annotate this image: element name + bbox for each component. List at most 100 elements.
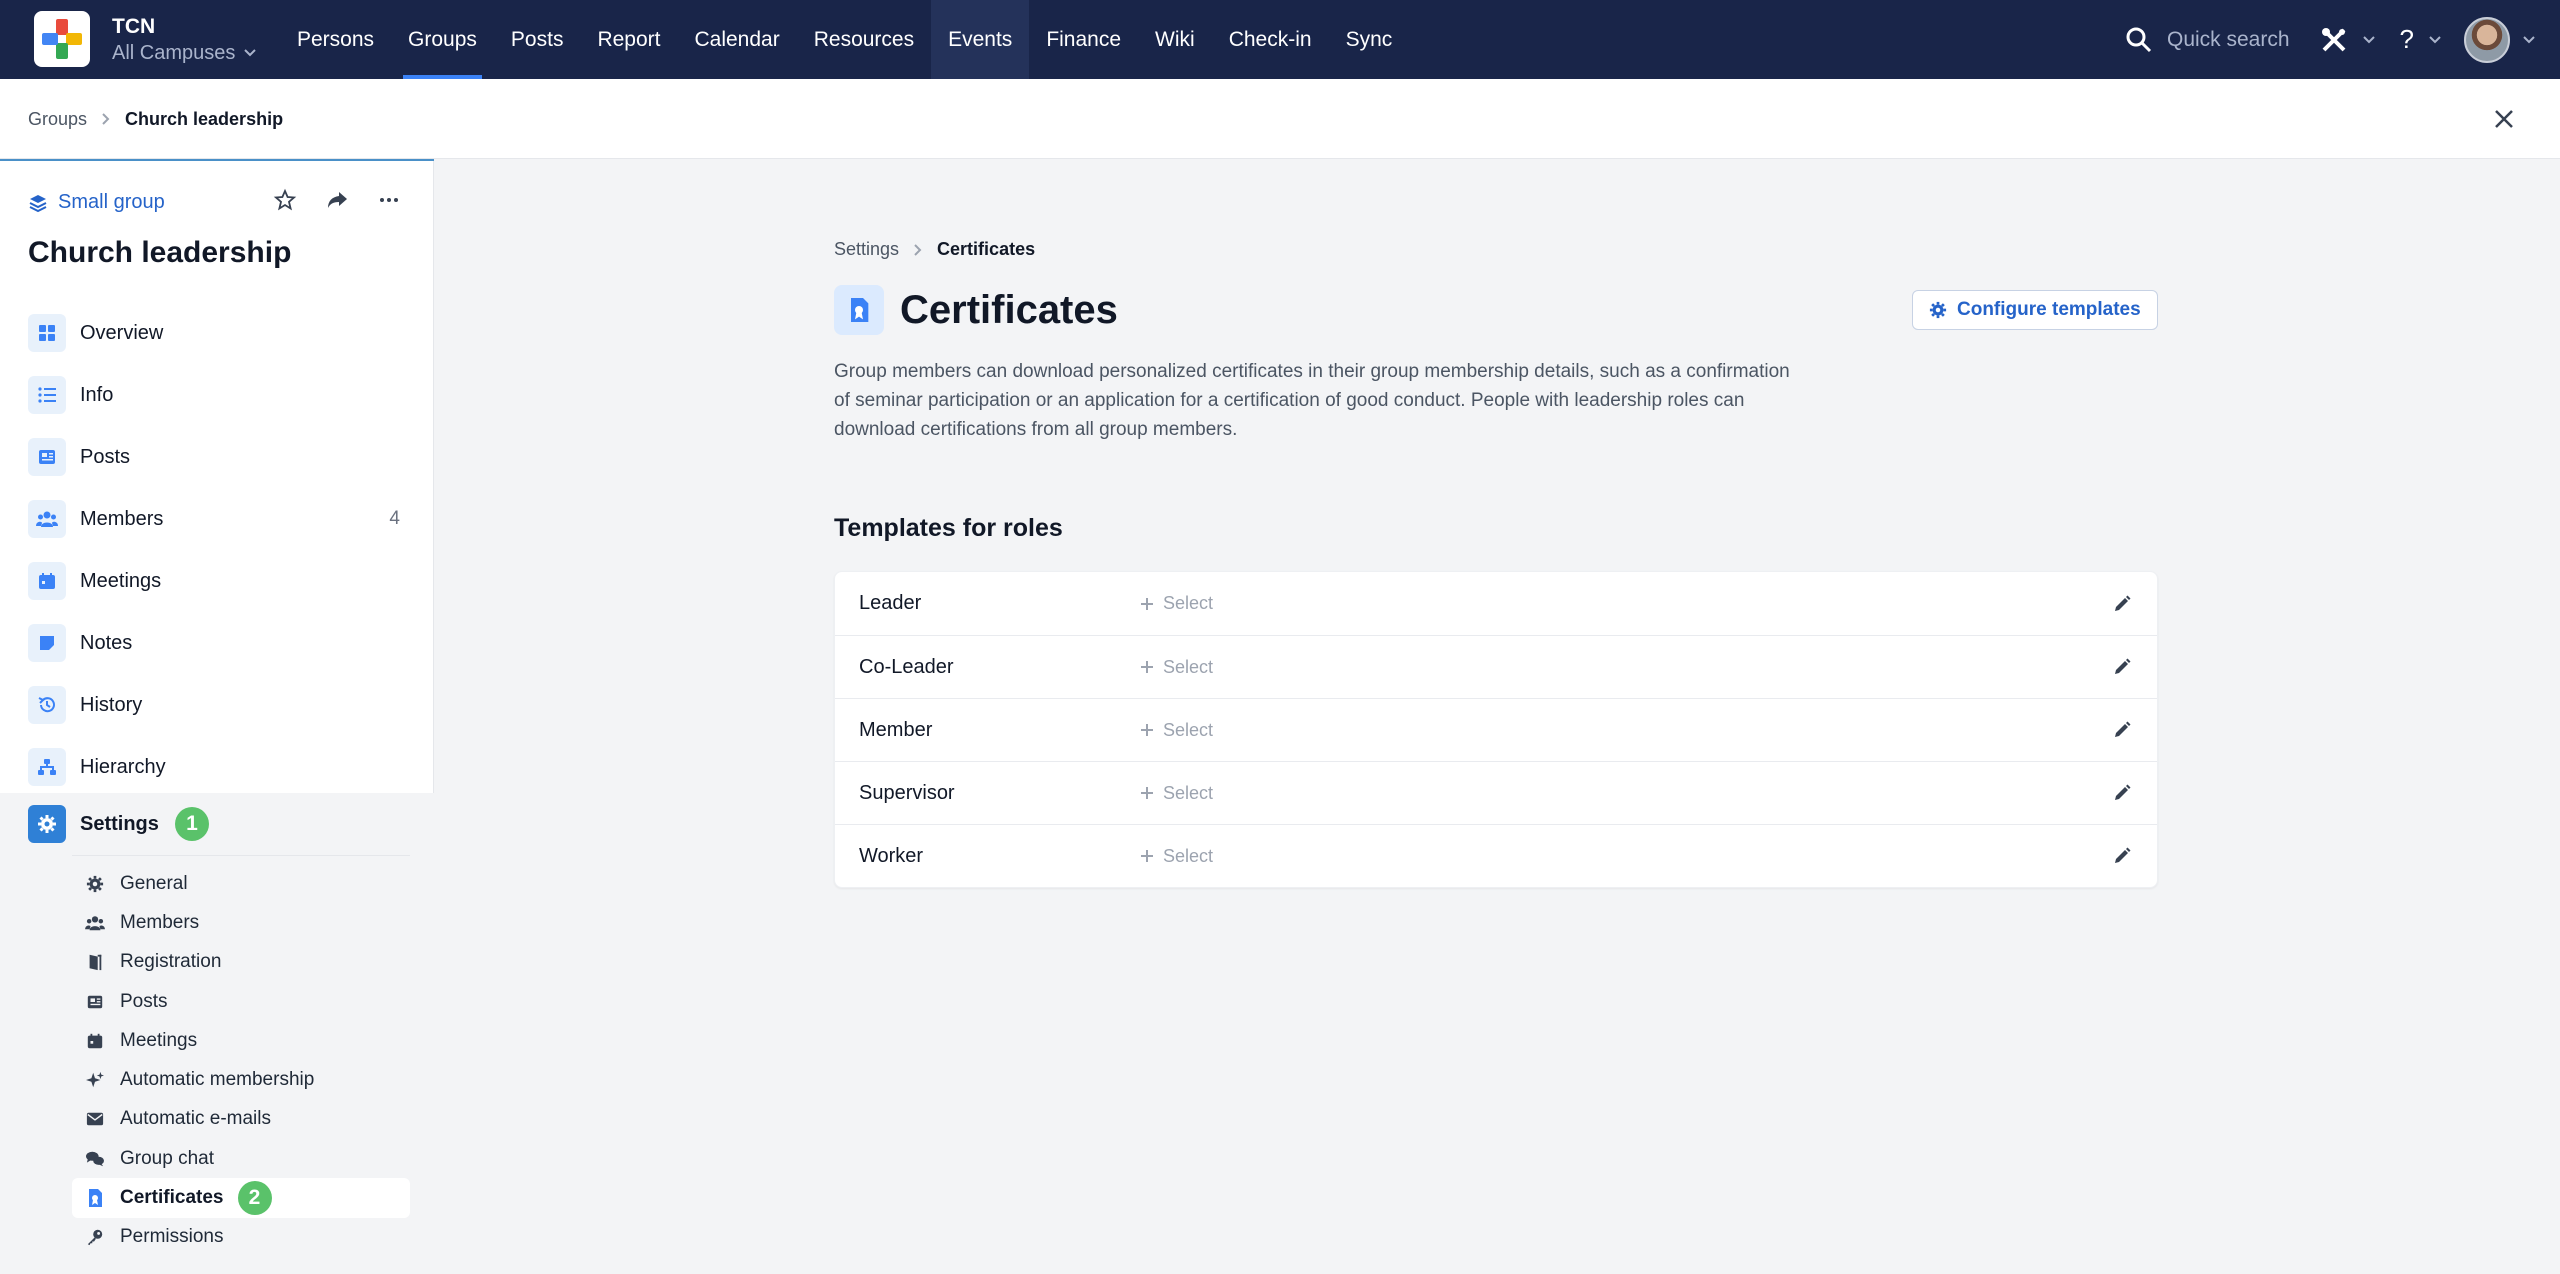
select-template-button[interactable]: Select — [1139, 720, 1213, 741]
settings-item-label: General — [120, 872, 188, 894]
sidebar-item-label: History — [80, 693, 143, 716]
grid-icon — [28, 314, 66, 352]
sidebar-item-label: Hierarchy — [80, 755, 166, 778]
pencil-icon — [2115, 721, 2131, 737]
app-logo[interactable] — [34, 11, 90, 67]
pencil-icon — [2115, 847, 2131, 863]
edit-button[interactable] — [2109, 717, 2135, 743]
settings-item-label: Members — [120, 911, 200, 933]
select-template-button[interactable]: Select — [1139, 657, 1213, 678]
list-icon — [28, 376, 66, 414]
settings-item-permissions[interactable]: Permissions — [0, 1218, 434, 1257]
table-row: Co-Leader Select — [835, 635, 2157, 698]
sidebar-item-settings[interactable]: Settings 1 — [0, 793, 434, 855]
top-navigation: TCN All Campuses Persons Groups Posts Re… — [0, 0, 2560, 79]
nav-wiki[interactable]: Wiki — [1138, 0, 1212, 79]
campus-label: All Campuses — [112, 42, 236, 64]
group-actions — [270, 185, 404, 215]
settings-item-label: Group chat — [120, 1147, 214, 1169]
nav-groups[interactable]: Groups — [391, 0, 494, 79]
close-button[interactable] — [2488, 103, 2520, 135]
gear-icon — [1929, 301, 1947, 319]
settings-divider — [72, 855, 410, 856]
sidebar-item-notes[interactable]: Notes — [0, 612, 434, 674]
sidebar-item-members[interactable]: Members 4 — [0, 488, 434, 550]
sidebar-item-overview[interactable]: Overview — [0, 302, 434, 364]
edit-button[interactable] — [2109, 843, 2135, 869]
select-template-button[interactable]: Select — [1139, 783, 1213, 804]
roles-table: Leader Select Co-Leader Select Member Se… — [834, 571, 2158, 888]
quick-search[interactable]: Quick search — [2125, 26, 2290, 54]
pencil-icon — [2115, 784, 2131, 800]
chevron-down-icon — [2429, 35, 2441, 43]
note-icon — [28, 624, 66, 662]
settings-item-posts[interactable]: Posts — [0, 982, 434, 1021]
brand[interactable]: TCN All Campuses — [112, 14, 257, 66]
tools-icon — [2321, 27, 2345, 51]
tools-menu[interactable] — [2320, 26, 2376, 54]
sidebar-item-label: Posts — [80, 445, 131, 468]
settings-item-meetings[interactable]: Meetings — [0, 1021, 434, 1060]
nav-persons[interactable]: Persons — [280, 0, 391, 79]
select-label: Select — [1163, 593, 1214, 613]
select-label: Select — [1163, 719, 1214, 740]
settings-item-automatic-emails[interactable]: Automatic e-mails — [0, 1100, 434, 1139]
sidebar-item-label: Info — [80, 383, 114, 406]
nav-sync[interactable]: Sync — [1329, 0, 1410, 79]
sidebar-item-info[interactable]: Info — [0, 364, 434, 426]
share-button[interactable] — [322, 185, 352, 215]
main-nav: Persons Groups Posts Report Calendar Res… — [280, 0, 1409, 79]
breadcrumb-groups[interactable]: Groups — [28, 109, 87, 130]
settings-item-label: Certificates — [120, 1187, 224, 1209]
page-title: Certificates — [900, 287, 1118, 332]
group-type-link[interactable]: Small group — [28, 191, 165, 214]
sidebar-item-posts[interactable]: Posts — [0, 426, 434, 488]
plus-icon — [1141, 850, 1153, 862]
chevron-down-icon — [244, 49, 257, 57]
nav-calendar[interactable]: Calendar — [677, 0, 796, 79]
edit-button[interactable] — [2109, 654, 2135, 680]
user-menu[interactable] — [2464, 16, 2536, 63]
nav-checkin[interactable]: Check-in — [1212, 0, 1329, 79]
chevron-down-icon — [2362, 35, 2375, 43]
more-button[interactable] — [374, 185, 404, 215]
gear-icon — [84, 873, 106, 895]
settings-item-automatic-membership[interactable]: Automatic membership — [0, 1060, 434, 1099]
edit-button[interactable] — [2109, 591, 2135, 617]
sidebar-item-history[interactable]: History — [0, 674, 434, 736]
favorite-button[interactable] — [270, 185, 300, 215]
settings-item-certificates[interactable]: Certificates 2 — [72, 1178, 410, 1218]
settings-item-general[interactable]: General — [0, 864, 434, 903]
members-count: 4 — [389, 508, 400, 529]
sidebar-item-meetings[interactable]: Meetings — [0, 550, 434, 612]
users-icon — [84, 912, 106, 934]
nav-report[interactable]: Report — [580, 0, 677, 79]
nav-resources[interactable]: Resources — [797, 0, 931, 79]
campus-selector[interactable]: All Campuses — [112, 40, 257, 66]
configure-templates-button[interactable]: Configure templates — [1912, 290, 2158, 330]
settings-item-group-chat[interactable]: Group chat — [0, 1139, 434, 1178]
nav-posts[interactable]: Posts — [494, 0, 581, 79]
sidebar-item-hierarchy[interactable]: Hierarchy — [0, 736, 434, 798]
select-template-button[interactable]: Select — [1139, 593, 1213, 614]
section-title: Templates for roles — [834, 514, 1063, 542]
settings-item-registration[interactable]: Registration — [0, 943, 434, 982]
breadcrumb-settings[interactable]: Settings — [834, 239, 899, 260]
settings-item-members[interactable]: Members — [0, 903, 434, 942]
quick-search-label: Quick search — [2166, 27, 2290, 51]
table-row: Member Select — [835, 698, 2157, 761]
edit-button[interactable] — [2109, 780, 2135, 806]
select-template-button[interactable]: Select — [1139, 846, 1213, 867]
help-menu[interactable]: ? — [2400, 24, 2442, 55]
sidebar-item-label: Overview — [80, 321, 164, 344]
group-title: Church leadership — [28, 236, 292, 269]
nav-events[interactable]: Events — [931, 0, 1030, 79]
breadcrumb-current: Certificates — [937, 239, 1036, 259]
gear-icon — [28, 805, 66, 843]
settings-submenu: General Members Registration Posts Meeti… — [0, 864, 434, 1257]
breadcrumb: Groups Church leadership — [28, 79, 283, 159]
page-description: Group members can download personalized … — [834, 361, 1790, 440]
table-row: Leader Select — [835, 572, 2157, 635]
nav-finance[interactable]: Finance — [1029, 0, 1138, 79]
step-badge: 1 — [174, 807, 209, 841]
